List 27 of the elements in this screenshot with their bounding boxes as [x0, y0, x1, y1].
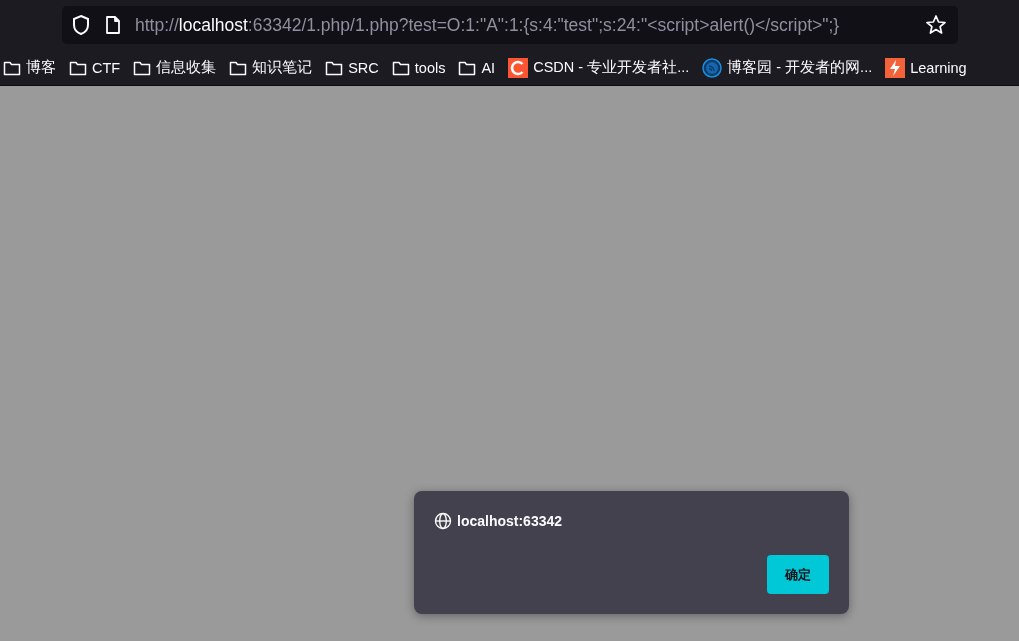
bookmark-item[interactable]: 博客 [0, 58, 59, 77]
bookmark-item[interactable]: tools [388, 59, 449, 76]
bookmark-item[interactable]: AI [455, 59, 499, 76]
globe-icon [434, 512, 452, 530]
folder-icon [458, 59, 477, 76]
bookmark-item[interactable]: CTF [66, 59, 124, 76]
bookmark-item[interactable]: 知识笔记 [226, 58, 316, 77]
folder-icon [325, 59, 344, 76]
address-bar[interactable]: http://localhost:63342/1.php/1.php?test=O:1:"A":1:{s:4:"test";s:24:"<script>alert()</script>";} [62, 6, 958, 44]
site-logo-icon [702, 57, 723, 78]
dialog-origin: localhost:63342 [457, 513, 563, 529]
folder-icon [133, 59, 152, 76]
bookmark-item[interactable]: SRC [322, 59, 382, 76]
bookmark-item[interactable]: 信息收集 [130, 58, 220, 77]
page-icon[interactable] [104, 15, 122, 35]
site-logo-icon [508, 57, 529, 78]
lightning-icon [885, 57, 906, 78]
ok-button[interactable]: 确定 [767, 555, 829, 594]
folder-icon [69, 59, 87, 76]
shield-icon[interactable] [71, 14, 91, 36]
folder-icon [391, 59, 410, 76]
folder-icon [3, 59, 21, 76]
bookmark-item[interactable]: CSDN - 专业开发者社... [505, 57, 693, 78]
bookmark-item[interactable]: Learning [882, 57, 970, 78]
folder-icon [229, 59, 248, 76]
star-icon[interactable] [925, 14, 947, 36]
bookmark-item[interactable]: 博客园 - 开发者的网... [699, 57, 876, 78]
